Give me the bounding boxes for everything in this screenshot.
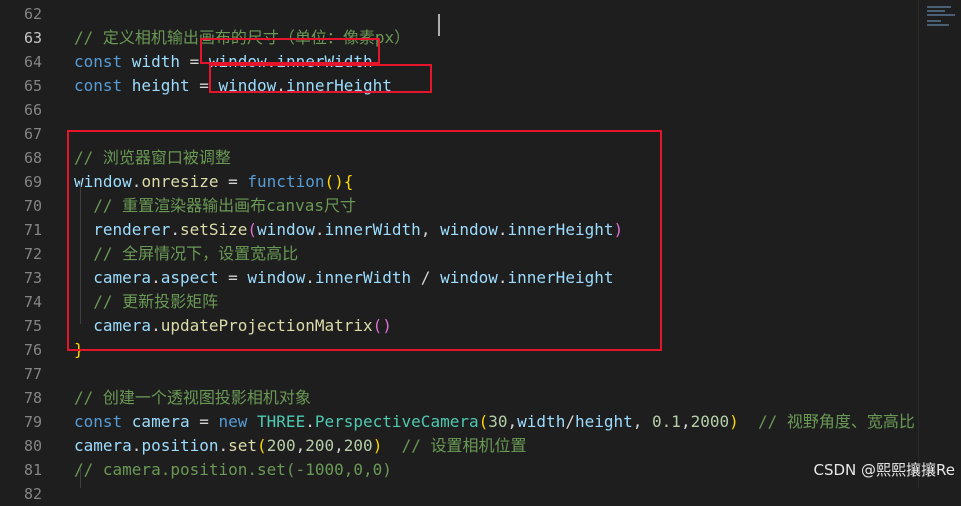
line-number: 65	[23, 77, 42, 95]
code-line[interactable]: 65 const height = window.innerHeight	[0, 74, 961, 98]
code-token: (	[257, 436, 267, 455]
indent-guide	[80, 468, 81, 488]
code-comment: // 设置相机位置	[401, 436, 527, 455]
code-token: 200	[343, 436, 373, 455]
code-token: /	[565, 412, 575, 431]
code-token: camera	[74, 436, 132, 455]
code-line[interactable]: 62	[0, 2, 961, 26]
code-text[interactable]: const camera = new THREE.PerspectiveCame…	[74, 410, 915, 434]
code-text[interactable]: // 创建一个透视图投影相机对象	[74, 386, 311, 410]
code-token: 2000	[690, 412, 730, 431]
minimap-line	[927, 20, 941, 22]
code-token: ,	[507, 412, 518, 431]
line-number: 66	[23, 101, 42, 119]
code-line[interactable]: 77	[0, 362, 961, 386]
code-token: ,	[680, 412, 691, 431]
code-token: .	[305, 412, 315, 431]
minimap-line	[927, 6, 951, 8]
code-token: THREE	[257, 412, 306, 431]
code-text[interactable]: camera.position.set(200,200,200) // 设置相机…	[74, 434, 527, 458]
line-number: 67	[23, 125, 42, 143]
line-number: 74	[23, 293, 42, 311]
minimap-line	[927, 24, 949, 26]
code-token: ,	[334, 436, 344, 455]
code-line[interactable]: 79 const camera = new THREE.PerspectiveCa…	[0, 410, 961, 434]
line-number: 63	[23, 29, 42, 47]
code-token: )	[729, 412, 739, 431]
code-editor[interactable]: 62 63// 定义相机输出画布的尺寸（单位：像素px） 64 const width…	[0, 0, 961, 503]
code-line[interactable]: 78 // 创建一个透视图投影相机对象	[0, 386, 961, 410]
code-line[interactable]: 82	[0, 482, 961, 506]
code-token: 200	[266, 436, 296, 455]
code-token: camera	[131, 412, 190, 431]
minimap-line	[927, 10, 945, 12]
code-line[interactable]: 80 camera.position.set(200,200,200) // 设置…	[0, 434, 961, 458]
code-token: (	[478, 412, 489, 431]
code-token: const	[74, 412, 132, 431]
code-line[interactable]: 63// 定义相机输出画布的尺寸（单位：像素px）	[0, 26, 961, 50]
code-token: const	[74, 52, 132, 71]
minimap[interactable]	[918, 0, 961, 488]
line-number: 75	[23, 317, 42, 335]
line-number: 81	[23, 461, 42, 479]
code-token: .	[131, 436, 142, 455]
watermark: CSDN @熙熙攘攘Re	[813, 461, 955, 479]
code-token: ,	[295, 436, 306, 455]
line-number: 62	[23, 5, 42, 23]
highlight-box-inner-height	[209, 64, 432, 93]
minimap-line	[927, 14, 955, 16]
line-number: 70	[23, 197, 42, 215]
line-number: 71	[23, 221, 42, 239]
line-number: 82	[23, 485, 42, 503]
line-number: 72	[23, 245, 42, 263]
text-cursor	[438, 14, 440, 36]
code-token: height	[574, 412, 633, 431]
code-token: position	[141, 436, 219, 455]
line-number: 68	[23, 149, 42, 167]
line-number: 76	[23, 341, 42, 359]
highlight-box-onresize	[67, 130, 662, 351]
code-token: 200	[305, 436, 335, 455]
line-number: 77	[23, 365, 42, 383]
code-comment: // camera.position.set(-1000,0,0)	[74, 460, 392, 479]
code-line[interactable]: 66	[0, 98, 961, 122]
line-number: 78	[23, 389, 42, 407]
code-comment: // 创建一个透视图投影相机对象	[74, 388, 311, 407]
line-number: 80	[23, 437, 42, 455]
line-number: 64	[23, 53, 42, 71]
code-token: ,	[632, 412, 653, 431]
code-token: =	[189, 412, 219, 431]
code-token: width	[131, 52, 180, 71]
code-token: 30	[488, 412, 508, 431]
code-token: const	[74, 76, 132, 95]
code-token: .	[218, 436, 229, 455]
code-token: new	[218, 412, 258, 431]
code-token: set	[228, 436, 258, 455]
line-number: 73	[23, 269, 42, 287]
code-token: )	[372, 436, 383, 455]
code-token: width	[517, 412, 566, 431]
code-token: PerspectiveCamera	[314, 412, 479, 431]
highlight-box-inner-width	[200, 38, 380, 64]
code-line[interactable]: 64 const width = window.innerWidth	[0, 50, 961, 74]
code-text[interactable]: // camera.position.set(-1000,0,0)	[74, 458, 392, 482]
code-comment: // 视野角度、宽高比	[758, 412, 915, 431]
code-token: 0.1	[652, 412, 681, 431]
line-number: 79	[23, 413, 42, 431]
code-token: height	[131, 76, 190, 95]
line-number: 69	[23, 173, 42, 191]
